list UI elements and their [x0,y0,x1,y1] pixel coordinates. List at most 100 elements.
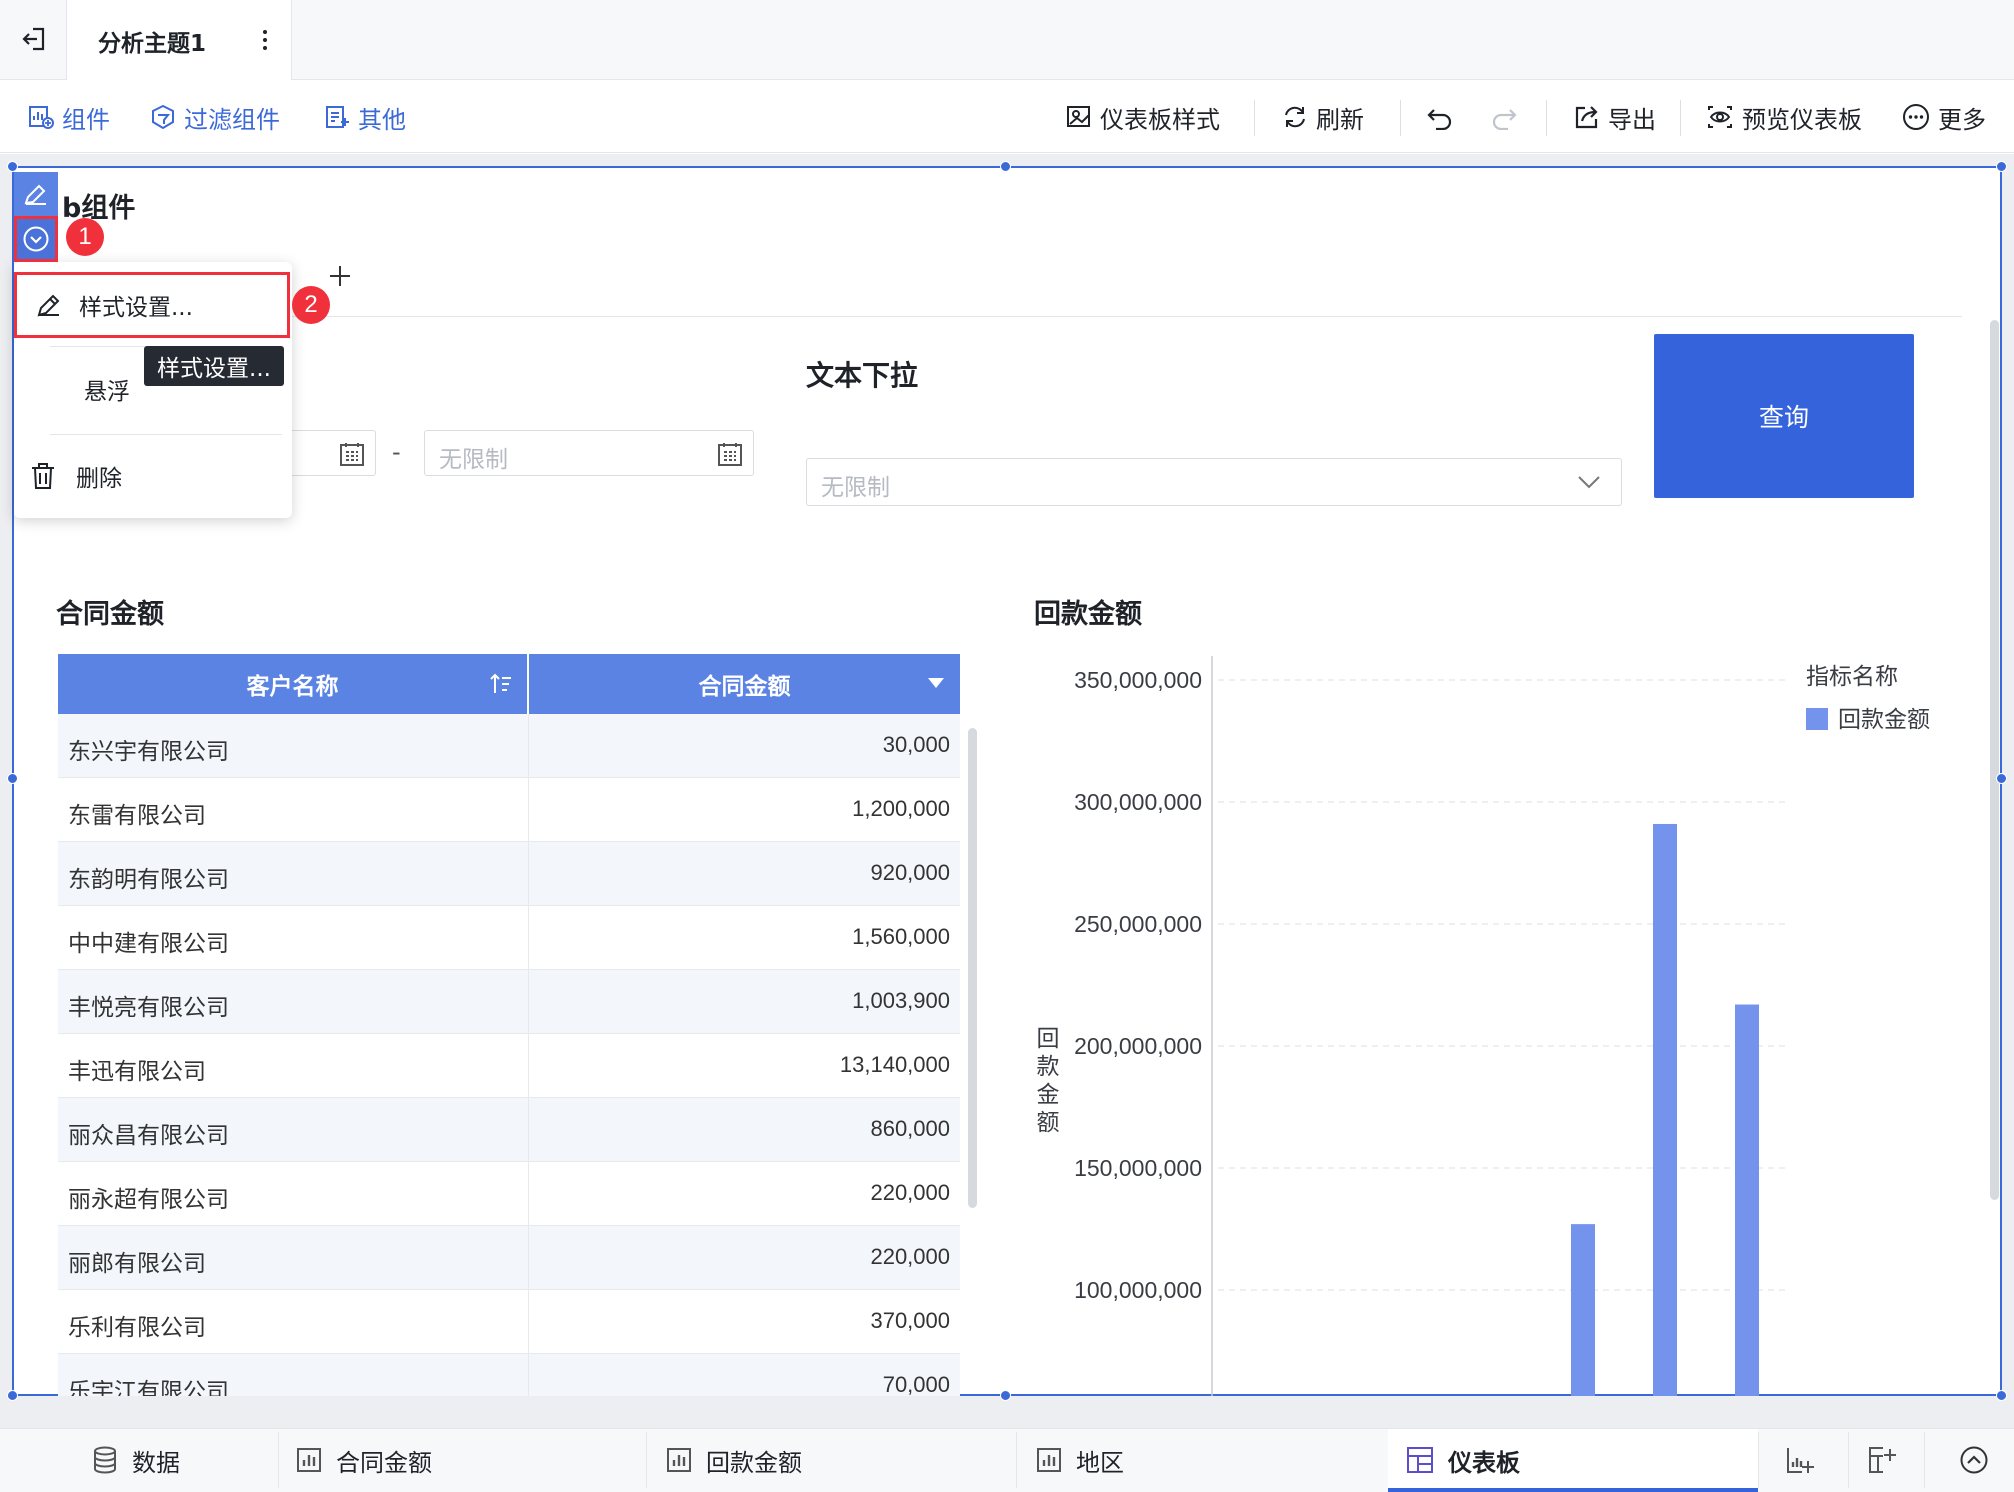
table-row[interactable]: 丰迅有限公司 13,140,000 [58,1034,960,1098]
bottom-tab-data-label: 数据 [132,1448,180,1477]
table-row[interactable]: 丽众昌有限公司 860,000 [58,1098,960,1162]
table-row[interactable]: 东雷有限公司 1,200,000 [58,778,960,842]
cell-customer-name: 乐宇江有限公司 [68,1379,229,1396]
table-row[interactable]: 东兴宇有限公司 30,000 [58,714,960,778]
bottom-tab-region[interactable]: 地区 [1036,1428,1124,1492]
collapse-button[interactable] [1944,1428,2004,1492]
other-component-button[interactable]: 其他 [324,81,406,153]
menu-float[interactable]: 悬浮 [84,372,130,406]
analysis-tab-title[interactable]: 分析主题1 [98,24,206,58]
resize-handle[interactable] [7,773,18,784]
bottom-divider [646,1432,647,1488]
resize-handle[interactable] [1000,1390,1011,1401]
redo-button[interactable] [1490,81,1518,153]
add-component-icon [29,106,54,129]
preview-dashboard-button[interactable]: 预览仪表板 [1706,81,1862,153]
edit-component-button[interactable] [14,172,58,216]
bottom-divider [1016,1432,1017,1488]
query-button[interactable]: 查询 [1654,334,1914,498]
cell-divider [528,1034,529,1098]
export-button[interactable]: 导出 [1574,81,1656,153]
component-menu-button[interactable] [14,216,58,262]
other-component-icon [326,106,349,128]
add-component-button[interactable]: 组件 [28,81,110,153]
trash-icon [32,463,54,489]
bottom-tab-payment[interactable]: 回款金额 [666,1428,802,1492]
cell-contract-amount: 920,000 [870,860,950,885]
bottom-tab-contract-label: 合同金额 [336,1448,432,1477]
add-tab-icon[interactable] [326,262,354,290]
cell-contract-amount: 13,140,000 [839,1052,950,1077]
sort-icon[interactable] [489,672,513,696]
calendar-icon[interactable] [717,441,743,467]
undo-icon [1427,109,1452,130]
bottom-tab-contract[interactable]: 合同金额 [296,1428,432,1492]
filter-component-button[interactable]: 过滤组件 [150,81,280,153]
table-row[interactable]: 丽郎有限公司 220,000 [58,1226,960,1290]
tab-divider [290,316,1962,317]
pencil-icon [37,294,60,317]
add-dashboard-icon [1869,1447,1896,1473]
menu-style-settings[interactable]: 样式设置... [14,272,290,338]
cell-divider [528,778,529,842]
add-dashboard-button[interactable] [1852,1428,1912,1492]
cell-divider [528,1226,529,1290]
refresh-button[interactable]: 刷新 [1282,81,1364,153]
bottom-tab-data[interactable]: 数据 [92,1428,180,1492]
more-button[interactable]: 更多 [1902,81,1986,153]
table-row[interactable]: 乐利有限公司 370,000 [58,1290,960,1354]
dashboard-style-button[interactable]: 仪表板样式 [1066,81,1220,153]
preview-icon [1708,106,1732,128]
resize-handle[interactable] [7,1390,18,1401]
undo-button[interactable] [1426,81,1454,153]
tab-more-icon[interactable] [258,24,272,56]
menu-delete[interactable]: 删除 [30,456,122,496]
calendar-icon[interactable] [339,441,365,467]
bottom-divider [1848,1432,1849,1488]
legend-swatch [1806,708,1828,730]
other-component-label: 其他 [358,105,406,134]
cell-customer-name: 丽永超有限公司 [68,1187,229,1213]
cell-contract-amount: 860,000 [870,1116,950,1141]
resize-handle[interactable] [7,161,18,172]
table-header-amount[interactable]: 合同金额 [529,654,960,714]
table-row[interactable]: 中中建有限公司 1,560,000 [58,906,960,970]
table-row[interactable]: 东韵明有限公司 920,000 [58,842,960,906]
dashboard-style-label: 仪表板样式 [1100,105,1220,134]
y-axis-title-char: 款 [1037,1054,1060,1080]
cell-customer-name: 中中建有限公司 [68,931,229,957]
resize-handle[interactable] [1996,773,2007,784]
caret-down-icon[interactable] [928,678,944,690]
table-header-customer[interactable]: 客户名称 [58,654,527,714]
cell-customer-name: 东兴宇有限公司 [68,739,229,765]
y-tick-label: 200,000,000 [1074,1033,1202,1059]
cell-customer-name: 丽众昌有限公司 [68,1123,229,1149]
menu-delete-label: 删除 [76,466,122,492]
more-icon [1903,104,1929,130]
bar-chart-icon [297,1448,321,1472]
add-component-label: 组件 [62,105,110,134]
resize-handle[interactable] [1996,1390,2007,1401]
y-tick-label: 250,000,000 [1074,911,1202,937]
canvas-scrollbar[interactable] [1990,320,1999,1200]
cell-divider [528,842,529,906]
bottom-tab-dashboard[interactable]: 仪表板 [1406,1428,1520,1492]
resize-handle[interactable] [1000,161,1011,172]
cell-contract-amount: 1,003,900 [852,988,950,1013]
table-title: 合同金额 [56,599,164,630]
cell-divider [528,1354,529,1396]
filter-component-icon [152,104,174,130]
table-row[interactable]: 乐宇江有限公司 70,000 [58,1354,960,1396]
add-chart-button[interactable] [1770,1428,1830,1492]
y-tick-label: 150,000,000 [1074,1155,1202,1181]
tab-component-title[interactable]: b组件 [62,186,135,225]
table-scrollbar[interactable] [968,728,977,1208]
date-end-input[interactable]: 无限制 [424,430,754,476]
table-row[interactable]: 丰悦亮有限公司 1,003,900 [58,970,960,1034]
date-start-input[interactable] [290,430,376,476]
resize-handle[interactable] [1996,161,2007,172]
dashboard-style-icon [1067,106,1090,127]
exit-icon[interactable] [18,22,52,56]
text-dropdown-select[interactable]: 无限制 [806,458,1622,506]
table-row[interactable]: 丽永超有限公司 220,000 [58,1162,960,1226]
